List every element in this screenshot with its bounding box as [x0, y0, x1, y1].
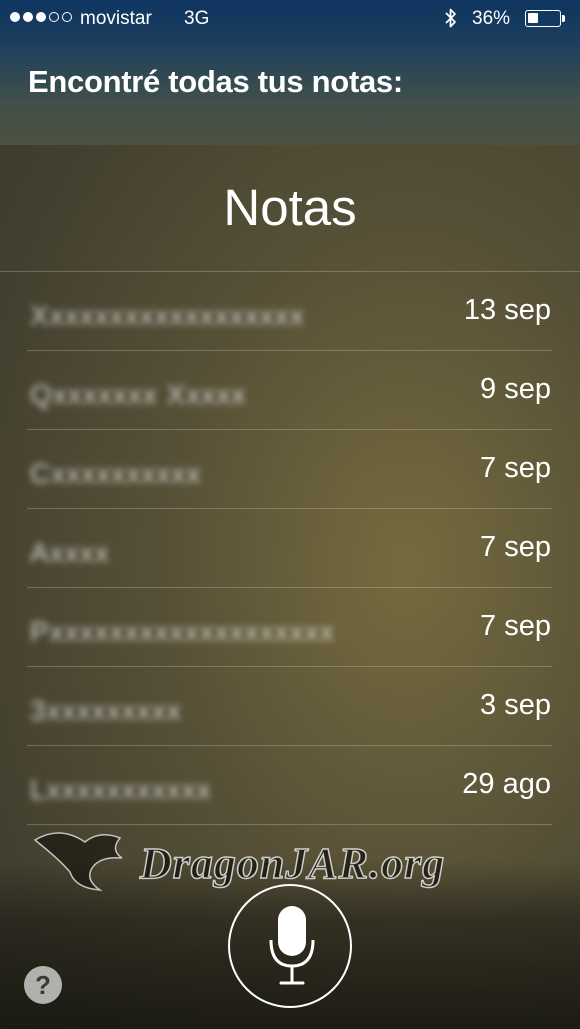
bluetooth-icon [445, 8, 456, 28]
note-date: 3 sep [480, 689, 551, 721]
note-date: 9 sep [480, 373, 551, 405]
battery-tip [562, 15, 565, 22]
note-list-item[interactable]: Axxxx 7 sep [0, 509, 580, 588]
signal-dot [36, 12, 46, 22]
signal-strength-icon [10, 12, 72, 22]
signal-dot [49, 12, 59, 22]
note-date: 7 sep [480, 610, 551, 642]
note-list-item[interactable]: 3xxxxxxxxx 3 sep [0, 667, 580, 746]
note-date: 29 ago [462, 768, 551, 800]
note-list-item[interactable]: Xxxxxxxxxxxxxxxxxx 13 sep [0, 272, 580, 351]
signal-dot [62, 12, 72, 22]
battery-icon [525, 10, 561, 27]
network-type: 3G [184, 8, 210, 29]
note-list-item[interactable]: Qxxxxxxx Xxxxx 9 sep [0, 351, 580, 430]
siri-mic-button[interactable] [228, 884, 352, 1008]
note-title-blurred: Cxxxxxxxxxx [30, 458, 202, 489]
battery-percentage: 36% [472, 8, 511, 29]
note-title-blurred: 3xxxxxxxxx [30, 695, 182, 726]
battery-level-fill [528, 13, 538, 23]
help-button[interactable]: ? [24, 966, 62, 1004]
note-title-blurred: Pxxxxxxxxxxxxxxxxxxx [30, 616, 335, 647]
note-list-item[interactable]: Cxxxxxxxxxx 7 sep [0, 430, 580, 509]
dragon-logo-icon [33, 832, 123, 891]
notes-card-title[interactable]: Notas [0, 178, 580, 237]
note-date: 13 sep [463, 294, 551, 326]
notes-list: Xxxxxxxxxxxxxxxxxx 13 sep Qxxxxxxx Xxxxx 9 … [0, 272, 580, 825]
note-list-item[interactable]: Pxxxxxxxxxxxxxxxxxxx 7 sep [0, 588, 580, 667]
watermark-text: DragonJAR.org [139, 838, 446, 889]
status-bar: movistar 3G 36% [0, 0, 580, 40]
note-title-blurred: Axxxx [30, 537, 110, 568]
note-date: 7 sep [480, 452, 551, 484]
signal-dot [10, 12, 20, 22]
siri-response-text: Encontré todas tus notas: [28, 64, 403, 99]
signal-dot [23, 12, 33, 22]
note-title-blurred: Qxxxxxxx Xxxxx [30, 379, 247, 410]
note-title-blurred: Xxxxxxxxxxxxxxxxxx [30, 300, 305, 331]
note-list-item[interactable]: Lxxxxxxxxxxx 29 ago [0, 746, 580, 825]
note-date: 7 sep [480, 531, 551, 563]
microphone-icon [269, 906, 315, 985]
note-title-blurred: Lxxxxxxxxxxx [30, 774, 212, 805]
carrier-name: movistar [80, 8, 152, 29]
